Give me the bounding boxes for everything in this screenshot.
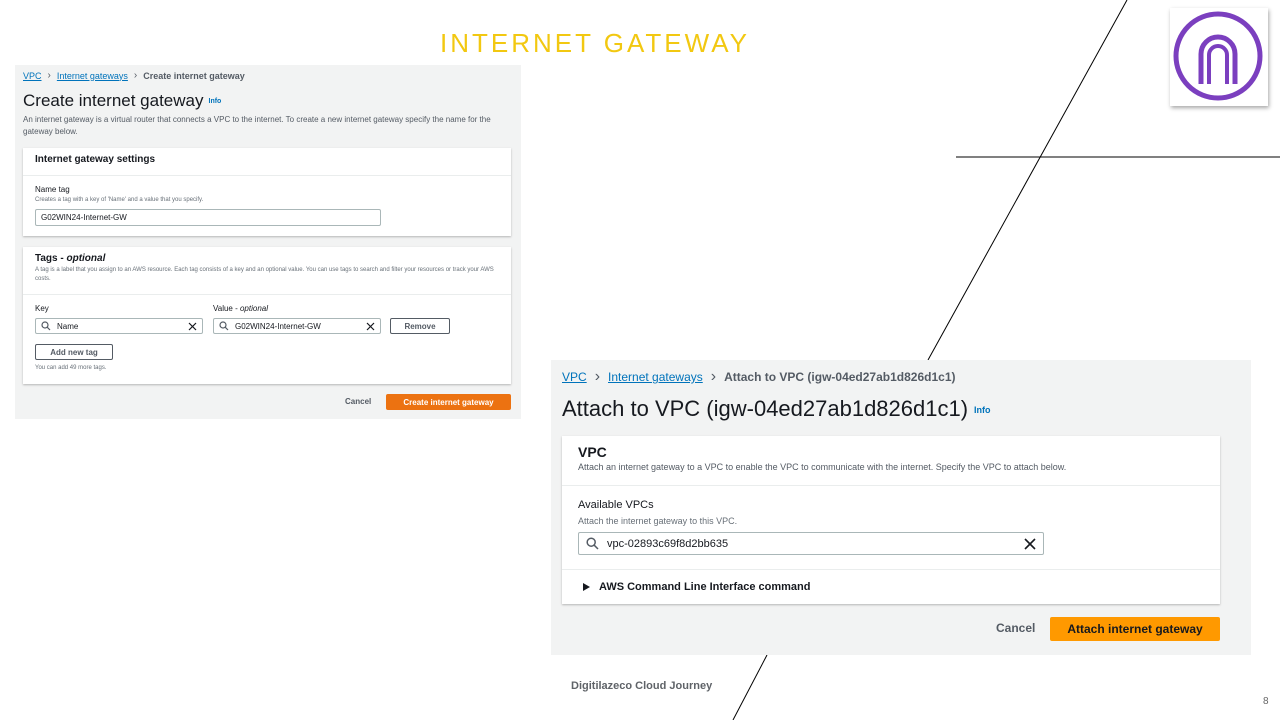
value-label-prefix: Value - xyxy=(213,304,240,313)
settings-header: Internet gateway settings xyxy=(23,148,511,176)
breadcrumb-internet-gateways[interactable]: Internet gateways xyxy=(608,370,703,384)
tags-limit-note: You can add 49 more tags. xyxy=(35,365,107,371)
gateway-settings-card: Internet gateway settings Name tag Creat… xyxy=(23,148,511,236)
info-link[interactable]: Info xyxy=(974,405,991,415)
attach-internet-gateway-button[interactable]: Attach internet gateway xyxy=(1050,617,1220,641)
tags-header: Tags - optional A tag is a label that yo… xyxy=(23,247,511,295)
info-link[interactable]: Info xyxy=(209,98,222,105)
tags-title-prefix: Tags - xyxy=(35,253,67,264)
clear-icon[interactable] xyxy=(1024,537,1036,550)
page-number: 8 xyxy=(1263,696,1269,707)
add-new-tag-button[interactable]: Add new tag xyxy=(35,344,113,360)
clear-icon[interactable] xyxy=(188,322,197,331)
slide-title: INTERNET GATEWAY xyxy=(440,28,750,58)
tag-key-value: Name xyxy=(57,321,79,331)
search-icon xyxy=(586,537,599,550)
cli-command-label: AWS Command Line Interface command xyxy=(599,581,811,593)
value-label: Value - optional xyxy=(213,304,268,313)
attach-vpc-panel: VPC › Internet gateways › Attach to VPC … xyxy=(551,360,1251,655)
arch-logo-icon xyxy=(1170,8,1268,106)
create-gateway-panel: VPC › Internet gateways › Create interne… xyxy=(15,65,521,419)
chevron-right-icon: › xyxy=(710,368,717,385)
page-title: Create internet gateway Info xyxy=(23,91,221,111)
breadcrumb-current: Attach to VPC (igw-04ed27ab1d826d1c1) xyxy=(724,370,956,384)
page-description: An internet gateway is a virtual router … xyxy=(23,115,491,136)
available-vpcs-label: Available VPCs xyxy=(578,499,654,511)
vpc-select-value: vpc-02893c69f8d2bb635 xyxy=(607,537,729,550)
tags-title-optional: optional xyxy=(66,253,106,264)
breadcrumb-vpc[interactable]: VPC xyxy=(23,71,42,81)
breadcrumb-internet-gateways[interactable]: Internet gateways xyxy=(57,71,128,81)
vpc-card: VPC Attach an internet gateway to a VPC … xyxy=(562,436,1220,604)
search-icon xyxy=(41,321,51,331)
chevron-right-icon: › xyxy=(594,368,601,385)
page-title-text: Create internet gateway xyxy=(23,91,204,110)
create-internet-gateway-button[interactable]: Create internet gateway xyxy=(386,394,511,410)
page-title: Attach to VPC (igw-04ed27ab1d826d1c1) Inf… xyxy=(562,396,991,422)
vpc-select-input[interactable]: vpc-02893c69f8d2bb635 xyxy=(578,532,1044,555)
vpc-header: VPC xyxy=(578,444,607,460)
caret-right-icon xyxy=(583,583,590,591)
chevron-right-icon: › xyxy=(133,70,138,81)
breadcrumb: VPC › Internet gateways › Attach to VPC … xyxy=(562,368,955,386)
tags-description: A tag is a label that you assign to an A… xyxy=(35,267,494,282)
breadcrumb-vpc[interactable]: VPC xyxy=(562,370,587,384)
cancel-button[interactable]: Cancel xyxy=(996,621,1035,635)
available-vpcs-hint: Attach the internet gateway to this VPC. xyxy=(578,516,738,526)
tags-title: Tags - optional xyxy=(35,253,499,264)
page-title-text: Attach to VPC (igw-04ed27ab1d826d1c1) xyxy=(562,396,969,421)
key-label: Key xyxy=(35,304,49,313)
tags-card: Tags - optional A tag is a label that yo… xyxy=(23,247,511,384)
breadcrumb: VPC › Internet gateways › Create interne… xyxy=(23,70,245,81)
search-icon xyxy=(219,321,229,331)
vpc-description: Attach an internet gateway to a VPC to e… xyxy=(578,462,1067,472)
name-tag-input[interactable]: G02WIN24-Internet-GW xyxy=(35,209,381,226)
chevron-right-icon: › xyxy=(47,70,51,81)
footer-text: Digitilazeco Cloud Journey xyxy=(571,680,713,692)
tag-value-input[interactable]: G02WIN24-Internet-GW xyxy=(213,318,381,334)
value-label-optional: optional xyxy=(239,304,269,313)
tag-value-value: G02WIN24-Internet-GW xyxy=(235,321,321,331)
cli-command-expander[interactable]: AWS Command Line Interface command xyxy=(562,569,1220,604)
breadcrumb-current: Create internet gateway xyxy=(143,70,245,81)
tag-key-input[interactable]: Name xyxy=(35,318,203,334)
clear-icon[interactable] xyxy=(366,322,375,331)
remove-tag-button[interactable]: Remove xyxy=(390,318,450,334)
name-tag-label: Name tag xyxy=(35,185,70,194)
cancel-button[interactable]: Cancel xyxy=(345,397,371,406)
name-tag-hint: Creates a tag with a key of 'Name' and a… xyxy=(35,197,204,203)
vpc-card-header: VPC Attach an internet gateway to a VPC … xyxy=(562,436,1220,486)
